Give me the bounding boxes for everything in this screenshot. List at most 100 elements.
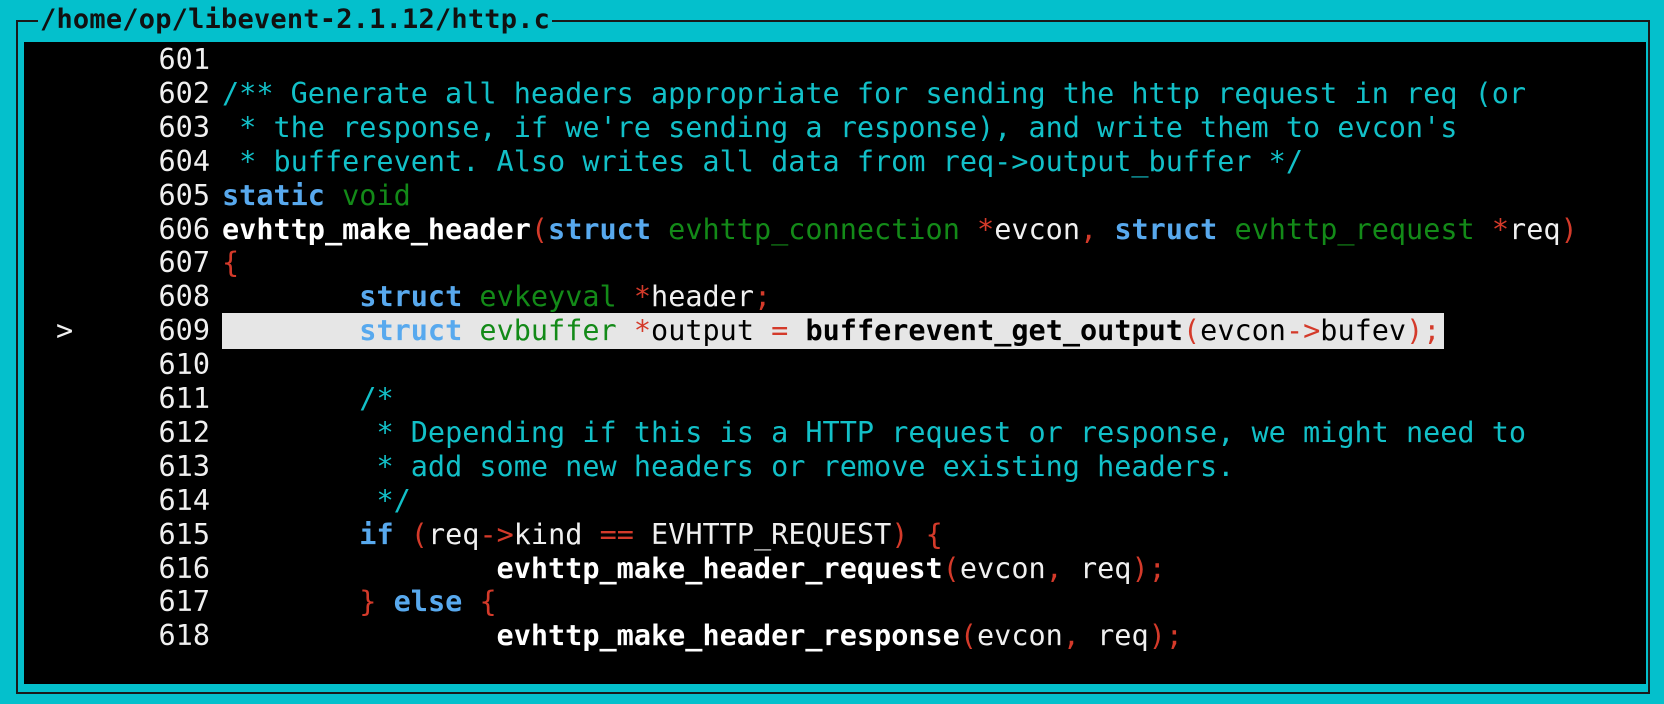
code-token: evkeyval	[479, 280, 617, 314]
line-number[interactable]: 615	[120, 517, 210, 553]
source-line[interactable]: 602 /** Generate all headers appropriate …	[24, 76, 1646, 112]
line-number[interactable]: 613	[120, 449, 210, 485]
code-token: }	[359, 585, 377, 619]
code-token: EVHTTP_REQUEST	[633, 517, 892, 551]
source-line[interactable]: 614 */	[24, 483, 1646, 519]
code-token: *	[977, 212, 995, 246]
source-line[interactable]: 613 * add some new headers or remove exi…	[24, 449, 1646, 485]
code-token: evhttp_request	[1234, 212, 1475, 246]
line-number[interactable]: 601	[120, 42, 210, 78]
code-token: ;	[753, 280, 772, 314]
line-number[interactable]: 612	[120, 415, 210, 451]
code-token: )	[1560, 212, 1578, 246]
code-token: /** Generate all headers appropriate for…	[222, 76, 1527, 110]
source-text: * Depending if this is a HTTP request or…	[222, 415, 1526, 451]
code-token: header	[651, 280, 754, 314]
source-code-view[interactable]: 601 602 /** Generate all headers appropria…	[24, 42, 1646, 684]
line-number[interactable]: 604	[120, 144, 210, 180]
code-token: req	[1062, 551, 1132, 585]
source-line[interactable]: 608 struct evkeyval *header;	[24, 279, 1646, 315]
code-token: );	[1148, 619, 1183, 653]
line-number[interactable]: 611	[120, 381, 210, 417]
line-number[interactable]: 608	[120, 279, 210, 315]
line-number[interactable]: 607	[120, 245, 210, 281]
code-token: * bufferevent. Also writes all data from…	[222, 144, 1303, 178]
code-token: * Depending if this is a HTTP request or…	[359, 415, 1527, 449]
code-token: (	[410, 517, 428, 551]
code-token: */	[359, 483, 411, 517]
source-line[interactable]: 604 * bufferevent. Also writes all data …	[24, 144, 1646, 180]
code-token: evbuffer	[479, 314, 617, 348]
line-number[interactable]: 618	[120, 618, 210, 654]
code-token: req	[1509, 212, 1561, 246]
line-number[interactable]: 603	[120, 110, 210, 146]
code-token: if	[359, 517, 394, 551]
line-number[interactable]: 609	[120, 313, 210, 349]
line-number[interactable]: 610	[120, 347, 210, 383]
source-line[interactable]: >609 struct evbuffer *output = buffereve…	[24, 313, 1646, 350]
code-token: req	[1079, 619, 1149, 653]
code-token: evhttp_make_header_response	[496, 619, 960, 653]
code-token: ,	[1045, 551, 1063, 585]
code-token: )	[891, 517, 909, 551]
line-number[interactable]: 616	[120, 551, 210, 587]
source-line[interactable]: 607 {	[24, 245, 1646, 281]
code-token: static	[222, 178, 325, 212]
source-text: * bufferevent. Also writes all data from…	[222, 144, 1303, 180]
code-token: (	[942, 551, 960, 585]
code-token: (	[1182, 314, 1201, 348]
line-number[interactable]: 606	[120, 212, 210, 248]
code-token: output	[651, 314, 772, 348]
source-line[interactable]: 601	[24, 42, 1646, 78]
code-token: void	[342, 178, 411, 212]
source-line[interactable]: 617 } else {	[24, 584, 1646, 620]
source-text: evhttp_make_header_response(evcon, req);	[222, 618, 1183, 654]
code-token: (	[530, 212, 549, 246]
source-text: {	[222, 245, 239, 281]
source-line[interactable]: 611 /*	[24, 381, 1646, 417]
line-number[interactable]: 602	[120, 76, 210, 112]
code-token: *	[1491, 212, 1510, 246]
code-token: );	[1131, 551, 1166, 585]
code-token: {	[925, 517, 943, 551]
source-line[interactable]: 606 evhttp_make_header(struct evhttp_conn…	[24, 212, 1646, 248]
code-token: evhttp_make_header_request	[496, 551, 943, 585]
code-token: {	[479, 585, 497, 619]
code-token: /*	[359, 382, 394, 415]
source-line[interactable]: 605 static void	[24, 178, 1646, 214]
source-line[interactable]: 616 evhttp_make_header_request(evcon, re…	[24, 551, 1646, 587]
source-line[interactable]: 603 * the response, if we're sending a r…	[24, 110, 1646, 146]
source-line[interactable]: 615 if (req->kind == EVHTTP_REQUEST) {	[24, 517, 1646, 553]
line-number[interactable]: 605	[120, 178, 210, 214]
code-token: evcon	[1200, 314, 1286, 348]
source-text: * add some new headers or remove existin…	[222, 449, 1234, 485]
code-token: {	[222, 246, 240, 280]
source-line[interactable]: 612 * Depending if this is a HTTP reques…	[24, 415, 1646, 451]
line-number[interactable]: 614	[120, 483, 210, 519]
code-token: *	[633, 280, 652, 314]
source-text: */	[222, 483, 411, 519]
source-text: evhttp_make_header_request(evcon, req);	[222, 551, 1166, 587]
source-line[interactable]: 610	[24, 347, 1646, 383]
code-token: ->	[479, 517, 514, 551]
source-text: static void	[222, 178, 411, 214]
code-token: * the response, if we're sending a respo…	[222, 110, 1458, 144]
code-token: *	[633, 314, 652, 348]
line-number[interactable]: 617	[120, 584, 210, 620]
code-token: =	[771, 314, 789, 348]
source-line[interactable]: 618 evhttp_make_header_response(evcon, r…	[24, 618, 1646, 654]
